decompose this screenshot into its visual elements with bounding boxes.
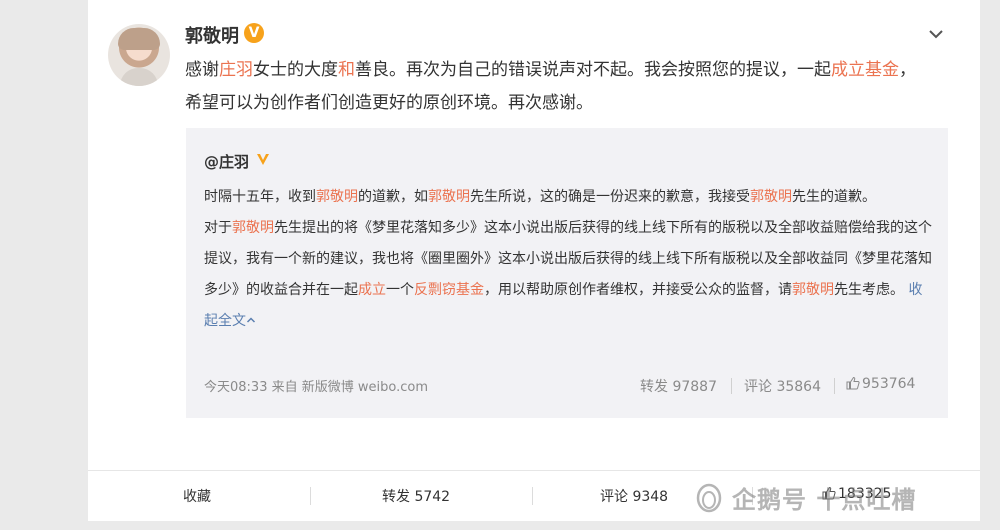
text-span: 善良。再次为自己的错误说声对不起。我会按照您的提议，一起 — [355, 60, 831, 80]
highlight-link[interactable]: 郭敬明 — [232, 220, 274, 236]
quoted-like-count: 953764 — [862, 376, 916, 392]
text-span: 先生所说，这的确是一份迟来的歉意，我接受 — [470, 189, 750, 205]
post-text: 感谢庄羽女士的大度和善良。再次为自己的错误说声对不起。我会按照您的提议，一起成立… — [185, 54, 925, 120]
thumbs-up-icon — [846, 376, 860, 390]
quoted-text: 时隔十五年，收到郭敬明的道歉，如郭敬明先生所说，这的确是一份迟来的歉意，我接受郭… — [204, 182, 934, 337]
highlight-link[interactable]: 郭敬明 — [316, 189, 358, 205]
text-span: 感谢 — [185, 60, 219, 80]
quoted-comment-button[interactable]: 评论 35864 — [744, 376, 821, 396]
verified-icon — [255, 151, 271, 167]
highlight-link[interactable]: 郭敬明 — [792, 282, 834, 298]
verified-icon: V — [244, 23, 264, 43]
highlight-link[interactable]: 郭敬明 — [428, 189, 470, 205]
highlight-link[interactable]: 成立基金 — [831, 60, 899, 80]
divider — [532, 487, 533, 505]
post-meta: 今天08:33 来自 新版微博 weibo.com — [204, 380, 428, 395]
quoted-paragraph: 对于郭敬明先生提出的将《梦里花落知多少》这本小说出版后获得的线上线下所有的版税以… — [204, 213, 934, 337]
quoted-paragraph: 时隔十五年，收到郭敬明的道歉，如郭敬明先生所说，这的确是一份迟来的歉意，我接受郭… — [204, 182, 934, 213]
watermark: 企鹅号 十点吐槽 — [692, 475, 916, 519]
text-span: 时隔十五年，收到 — [204, 189, 316, 205]
highlight-link[interactable]: 郭敬明 — [750, 189, 792, 205]
text-span: 先生的道歉。 — [792, 189, 876, 205]
highlight-link[interactable]: 庄羽 — [219, 60, 253, 80]
quoted-like-button[interactable]: 953764 — [846, 376, 915, 392]
highlight-link[interactable]: 成立 — [358, 282, 386, 298]
divider — [731, 378, 732, 394]
repost-button[interactable]: 转发 5742 — [382, 486, 450, 506]
divider — [310, 487, 311, 505]
quoted-repost-button[interactable]: 转发 97887 — [640, 376, 717, 396]
chevron-up-icon — [246, 313, 256, 329]
text-span: 先生考虑。 — [834, 282, 904, 298]
author-name[interactable]: 郭敬明 — [185, 22, 239, 48]
favorite-button[interactable]: 收藏 — [183, 486, 211, 506]
text-span: 对于 — [204, 220, 232, 236]
watermark-text: 企鹅号 十点吐槽 — [732, 485, 917, 514]
highlight-link[interactable]: 和 — [338, 60, 355, 80]
avatar[interactable] — [108, 24, 170, 86]
penguin-icon — [696, 483, 722, 513]
comment-button[interactable]: 评论 9348 — [600, 486, 668, 506]
quoted-author[interactable]: @庄羽 — [204, 151, 249, 172]
divider — [834, 378, 835, 394]
text-span: 女士的大度 — [253, 60, 338, 80]
text-span: 的道歉，如 — [358, 189, 428, 205]
text-span: ，用以帮助原创作者维权，并接受公众的监督，请 — [484, 282, 792, 298]
chevron-down-icon[interactable] — [926, 24, 946, 44]
highlight-link[interactable]: 反剽窃基金 — [414, 282, 484, 298]
text-span: 一个 — [386, 282, 414, 298]
